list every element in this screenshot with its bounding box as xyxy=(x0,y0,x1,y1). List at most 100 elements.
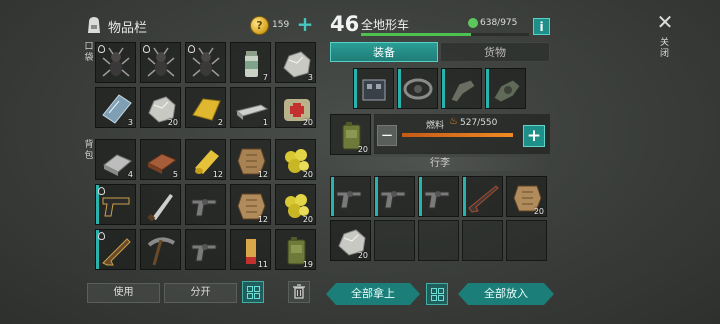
item-slot[interactable] xyxy=(185,184,226,225)
tab-equipment[interactable]: 装备 xyxy=(330,42,438,62)
item-slot[interactable] xyxy=(397,68,438,109)
add-coins-button[interactable]: + xyxy=(296,14,314,35)
item-slot[interactable]: 20 xyxy=(275,139,316,180)
item-slot[interactable]: 19 xyxy=(275,229,316,270)
fuel-plus-button[interactable]: + xyxy=(523,125,545,147)
item-slot[interactable] xyxy=(95,42,136,83)
item-quantity: 3 xyxy=(307,73,313,82)
split-button[interactable]: 分开 xyxy=(164,283,237,303)
revolver-icon xyxy=(191,244,217,262)
item-slot[interactable]: 12 xyxy=(230,184,271,225)
info-button[interactable]: i xyxy=(533,18,550,35)
sort-grid-button[interactable] xyxy=(242,281,264,303)
item-quantity: 20 xyxy=(357,251,368,260)
item-quantity: 20 xyxy=(302,170,313,179)
item-quantity: 1 xyxy=(262,118,268,127)
item-slot[interactable] xyxy=(462,176,503,217)
turret-icon xyxy=(450,79,476,103)
take-all-button[interactable]: 全部拿上 xyxy=(326,283,420,305)
close-icon[interactable]: ✕ xyxy=(655,12,675,32)
item-slot[interactable]: 1 xyxy=(230,87,271,128)
revolver-icon xyxy=(424,191,450,209)
item-quantity: 19 xyxy=(302,260,313,269)
trash-button[interactable] xyxy=(288,281,310,303)
item-slot[interactable]: 20 xyxy=(275,87,316,128)
item-slot[interactable] xyxy=(374,176,415,217)
item-slot[interactable]: 4 xyxy=(95,139,136,180)
item-slot[interactable]: 7 xyxy=(230,42,271,83)
chain-icon xyxy=(403,78,433,100)
item-slot[interactable]: 11 xyxy=(230,229,271,270)
item-slot[interactable]: 20 xyxy=(506,176,547,217)
item-slot[interactable] xyxy=(485,68,526,109)
item-quantity: 12 xyxy=(257,215,268,224)
item-quantity: 20 xyxy=(302,118,313,127)
fuel-value: 527/550 xyxy=(460,118,498,128)
empty-slot[interactable] xyxy=(506,220,547,261)
durability-fill xyxy=(361,33,471,36)
tab-cargo[interactable]: 货物 xyxy=(440,42,550,62)
durability-flag-icon xyxy=(143,45,150,53)
item-quantity: 11 xyxy=(257,260,268,269)
item-slot[interactable]: 12 xyxy=(185,139,226,180)
item-slot[interactable]: 20 xyxy=(330,220,371,261)
item-quantity: 20 xyxy=(167,118,178,127)
backpack-icon xyxy=(88,17,100,33)
close-label[interactable]: 关闭 xyxy=(660,38,670,60)
item-slot[interactable]: 3 xyxy=(275,42,316,83)
fuel-fill xyxy=(402,133,514,137)
fuel-can-slot[interactable]: 20 xyxy=(330,114,371,155)
item-slot[interactable] xyxy=(140,229,181,270)
durability-flag-icon xyxy=(98,232,105,240)
revolver-icon xyxy=(336,191,362,209)
item-slot[interactable]: 20 xyxy=(275,184,316,225)
item-slot[interactable] xyxy=(330,176,371,217)
item-slot[interactable] xyxy=(441,68,482,109)
coin-count: 159 xyxy=(272,20,290,30)
item-quantity: 20 xyxy=(302,215,313,224)
machete-icon xyxy=(147,194,173,222)
item-slot[interactable] xyxy=(353,68,394,109)
item-slot[interactable] xyxy=(418,176,459,217)
durability-flag-icon xyxy=(188,45,195,53)
coin-icon: ? xyxy=(250,16,269,35)
item-slot[interactable] xyxy=(185,229,226,270)
fuel-can-quantity: 20 xyxy=(357,145,368,154)
fuel-minus-button[interactable]: − xyxy=(377,125,397,146)
backpack-label: 背包 xyxy=(84,140,94,161)
item-slot[interactable] xyxy=(140,184,181,225)
item-slot[interactable] xyxy=(95,184,136,225)
item-slot[interactable] xyxy=(95,229,136,270)
engine-block-icon xyxy=(362,79,386,101)
item-slot[interactable]: 20 xyxy=(140,87,181,128)
empty-slot[interactable] xyxy=(418,220,459,261)
item-quantity: 3 xyxy=(127,118,133,127)
put-all-button[interactable]: 全部放入 xyxy=(458,283,554,305)
item-quantity: 12 xyxy=(257,170,268,179)
inventory-header: 物品栏 ? 159 + xyxy=(86,14,318,38)
fuel-label: 燃料 xyxy=(426,121,445,131)
durability-bar xyxy=(361,33,529,36)
use-button[interactable]: 使用 xyxy=(87,283,160,303)
item-slot[interactable] xyxy=(140,42,181,83)
item-quantity: 5 xyxy=(172,170,178,179)
gearbox-icon xyxy=(493,79,521,103)
rifle-icon xyxy=(468,185,499,213)
item-quantity: 2 xyxy=(217,118,223,127)
durability-icon xyxy=(468,18,478,28)
pockets-label: 口袋 xyxy=(84,42,94,63)
luggage-header: 行李 xyxy=(330,157,550,171)
sort-cargo-button[interactable] xyxy=(426,283,448,305)
vehicle-name: 全地形车 xyxy=(361,18,410,32)
item-slot[interactable]: 5 xyxy=(140,139,181,180)
empty-slot[interactable] xyxy=(462,220,503,261)
item-slot[interactable] xyxy=(185,42,226,83)
empty-slot[interactable] xyxy=(374,220,415,261)
fuel-slider[interactable] xyxy=(402,133,518,137)
trash-icon xyxy=(293,284,305,299)
item-slot[interactable]: 3 xyxy=(95,87,136,128)
item-slot[interactable]: 12 xyxy=(230,139,271,180)
vehicle-level: 46 xyxy=(330,12,360,36)
item-quantity: 7 xyxy=(262,73,268,82)
item-slot[interactable]: 2 xyxy=(185,87,226,128)
